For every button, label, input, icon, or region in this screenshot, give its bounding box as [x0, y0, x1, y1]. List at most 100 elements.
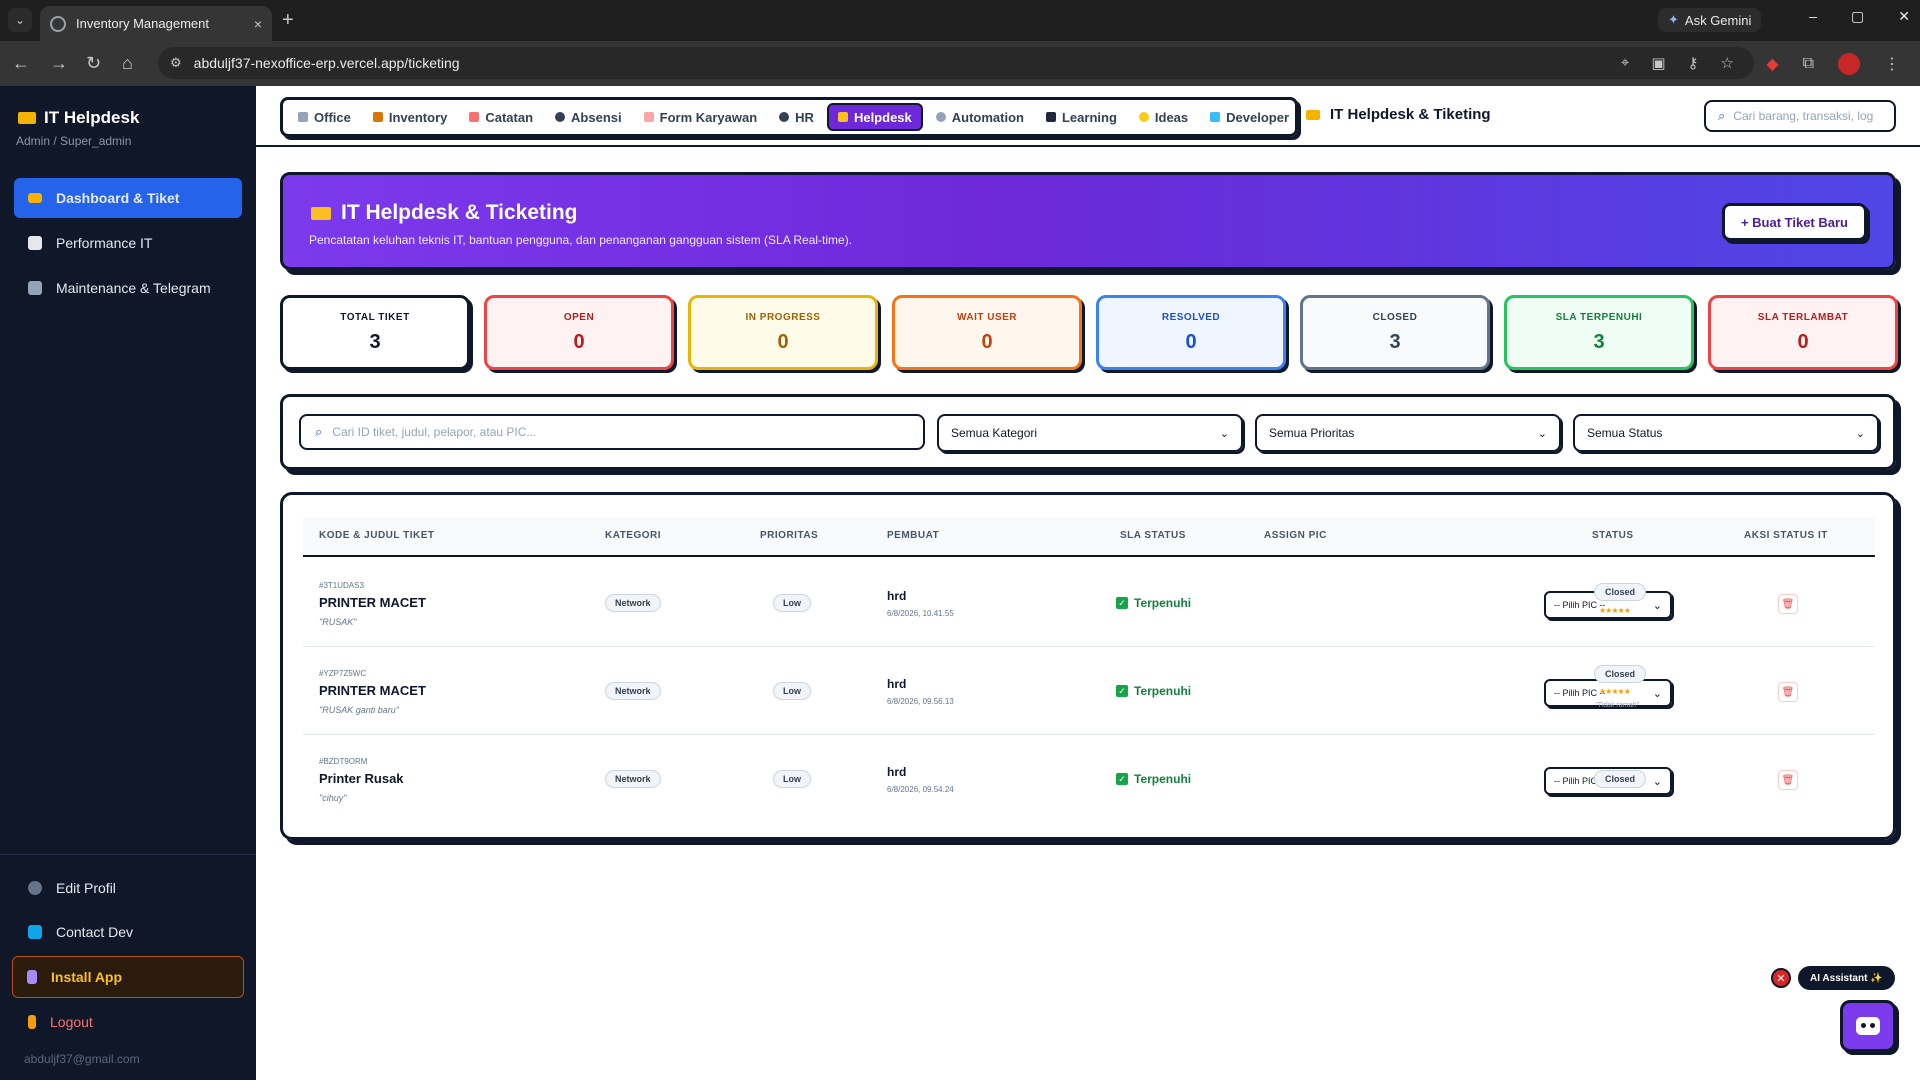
nav-inventory[interactable]: Inventory [364, 103, 457, 131]
nav-catatan[interactable]: Catatan [460, 103, 542, 131]
sidebar: IT Helpdesk Admin / Super_admin Dashboar… [0, 86, 256, 1080]
global-search-input[interactable]: ⌕ Cari barang, transaksi, log [1704, 100, 1896, 132]
address-bar[interactable]: ⚙ abduljf37-nexoffice-erp.vercel.app/tic… [158, 47, 1754, 79]
status-badge: Closed [1594, 665, 1647, 683]
sla-status: ✓ Terpenuhi [1116, 772, 1191, 786]
nav-automation[interactable]: Automation [927, 103, 1033, 131]
nav-helpdesk[interactable]: Helpdesk [826, 103, 923, 131]
close-tab-icon[interactable]: × [254, 16, 262, 32]
stat-label: SLA TERPENUHI [1555, 311, 1643, 323]
ai-assistant-label[interactable]: AI Assistant ✨ [1798, 966, 1895, 990]
close-ai-assistant-button[interactable]: ✕ [1771, 968, 1791, 988]
create-ticket-button[interactable]: + Buat Tiket Baru [1721, 203, 1867, 241]
status-badge: Closed [1594, 770, 1647, 788]
bookmark-star-icon[interactable]: ☆ [1721, 54, 1734, 72]
stat-label: CLOSED [1372, 311, 1418, 323]
ticket-code: #3T1UDAS3 [319, 581, 364, 590]
column-header: KODE & JUDUL TIKET [319, 530, 435, 541]
ticket-icon [837, 112, 848, 122]
ticket-icon [1306, 109, 1320, 120]
sidebar-item-contact-dev[interactable]: Contact Dev [14, 912, 242, 952]
category-select[interactable]: Semua Kategori ⌄ [937, 414, 1243, 452]
category-badge: Network [605, 682, 661, 700]
nav-learning[interactable]: Learning [1037, 103, 1126, 131]
check-icon: ✓ [1116, 685, 1128, 697]
table-row[interactable]: #3T1UDAS3 PRINTER MACET "RUSAK" Network … [303, 559, 1875, 647]
column-header: KATEGORI [605, 530, 662, 541]
search-icon: ⌕ [1718, 108, 1726, 123]
ticket-description: "RUSAK" [319, 617, 357, 627]
delete-ticket-button[interactable]: 🗑 [1778, 770, 1798, 790]
kebab-menu-icon[interactable]: ⋮ [1884, 54, 1900, 74]
trash-icon: 🗑 [1781, 774, 1795, 786]
nav-ideas[interactable]: Ideas [1130, 103, 1197, 131]
user-icon [28, 881, 42, 895]
priority-select[interactable]: Semua Prioritas ⌄ [1255, 414, 1561, 452]
ask-gemini-label: Ask Gemini [1684, 12, 1752, 28]
ticket-table: KODE & JUDUL TIKET KATEGORI PRIORITAS PE… [280, 492, 1896, 840]
extension-icon[interactable]: ◆ [1766, 54, 1778, 74]
tab-search-button[interactable]: ⌄ [8, 8, 32, 32]
nav-developer[interactable]: Developer [1201, 103, 1298, 131]
sidebar-item-label: Performance IT [56, 235, 153, 251]
key-icon[interactable]: ⚷ [1688, 54, 1699, 72]
window-controls: – ▢ ✕ [1809, 8, 1910, 25]
hero-title-text: IT Helpdesk & Ticketing [341, 201, 578, 224]
sidebar-item-performance[interactable]: Performance IT [14, 223, 242, 263]
stat-label: WAIT USER [956, 311, 1018, 323]
box-icon [372, 112, 383, 122]
site-settings-icon[interactable]: ⚙ [170, 55, 182, 71]
reload-icon[interactable]: ↻ [86, 53, 101, 74]
browser-tab[interactable]: Inventory Management × [40, 6, 272, 41]
ticket-icon [311, 206, 331, 220]
sidebar-item-edit-profile[interactable]: Edit Profil [14, 868, 242, 908]
nav-label: Learning [1061, 109, 1117, 125]
delete-ticket-button[interactable]: 🗑 [1778, 682, 1798, 702]
lightbulb-icon [1138, 112, 1149, 122]
stat-card-open: OPEN 0 [484, 295, 674, 370]
nav-office[interactable]: Office [289, 103, 360, 131]
back-arrow-icon[interactable]: ← [12, 53, 30, 74]
table-row[interactable]: #BZDT9ORM Printer Rusak "cihuy" Network … [303, 735, 1875, 823]
pencil-icon [469, 112, 480, 122]
sidebar-item-dashboard[interactable]: Dashboard & Tiket [14, 178, 242, 218]
search-icon: ⌕ [315, 424, 323, 439]
ai-assistant-button[interactable] [1840, 1000, 1896, 1052]
close-window-button[interactable]: ✕ [1898, 8, 1910, 25]
forward-arrow-icon[interactable]: → [50, 53, 68, 74]
profile-avatar[interactable] [1838, 53, 1860, 75]
puzzle-icon[interactable]: ⧉ [1803, 55, 1814, 73]
delete-ticket-button[interactable]: 🗑 [1778, 594, 1798, 614]
rating-stars: ★★★★★ [1599, 687, 1631, 696]
table-row[interactable]: #YZP7Z5WC PRINTER MACET "RUSAK ganti bar… [303, 647, 1875, 735]
nav-label: Catatan [485, 109, 534, 125]
sidebar-item-maintenance[interactable]: Maintenance & Telegram [14, 268, 242, 308]
install-app-icon[interactable]: ▣ [1651, 54, 1665, 72]
graduation-cap-icon [1045, 112, 1056, 122]
stat-label: SLA TERLAMBAT [1757, 311, 1849, 323]
robot-icon [1856, 1017, 1880, 1035]
stat-value: 3 [1389, 330, 1401, 353]
home-icon[interactable]: ⌂ [122, 53, 133, 74]
sla-status-text: Terpenuhi [1134, 684, 1192, 698]
nav-absensi[interactable]: Absensi [546, 103, 631, 131]
sidebar-item-label: Maintenance & Telegram [56, 280, 211, 296]
status-select[interactable]: Semua Status ⌄ [1573, 414, 1879, 452]
user-role: Admin / Super_admin [16, 134, 132, 148]
nav-form-karyawan[interactable]: Form Karyawan [635, 103, 767, 131]
maximize-button[interactable]: ▢ [1851, 8, 1864, 25]
location-icon[interactable]: ⌖ [1621, 54, 1629, 72]
stat-value: 0 [1185, 330, 1197, 353]
nav-label: HR [795, 109, 814, 125]
globe-icon [50, 15, 66, 32]
logout-button[interactable]: Logout [14, 1002, 242, 1042]
minimize-button[interactable]: – [1809, 8, 1817, 25]
nav-hr[interactable]: HR [770, 103, 823, 131]
tab-title: Inventory Management [76, 16, 209, 31]
chevron-down-icon: ⌄ [1652, 775, 1662, 788]
sidebar-item-label: Edit Profil [56, 880, 116, 896]
install-app-button[interactable]: Install App [12, 956, 244, 998]
new-tab-button[interactable]: + [282, 9, 294, 32]
ticket-search-input[interactable]: ⌕ Cari ID tiket, judul, pelapor, atau PI… [299, 414, 925, 450]
ask-gemini-button[interactable]: ✦ Ask Gemini [1658, 8, 1762, 32]
